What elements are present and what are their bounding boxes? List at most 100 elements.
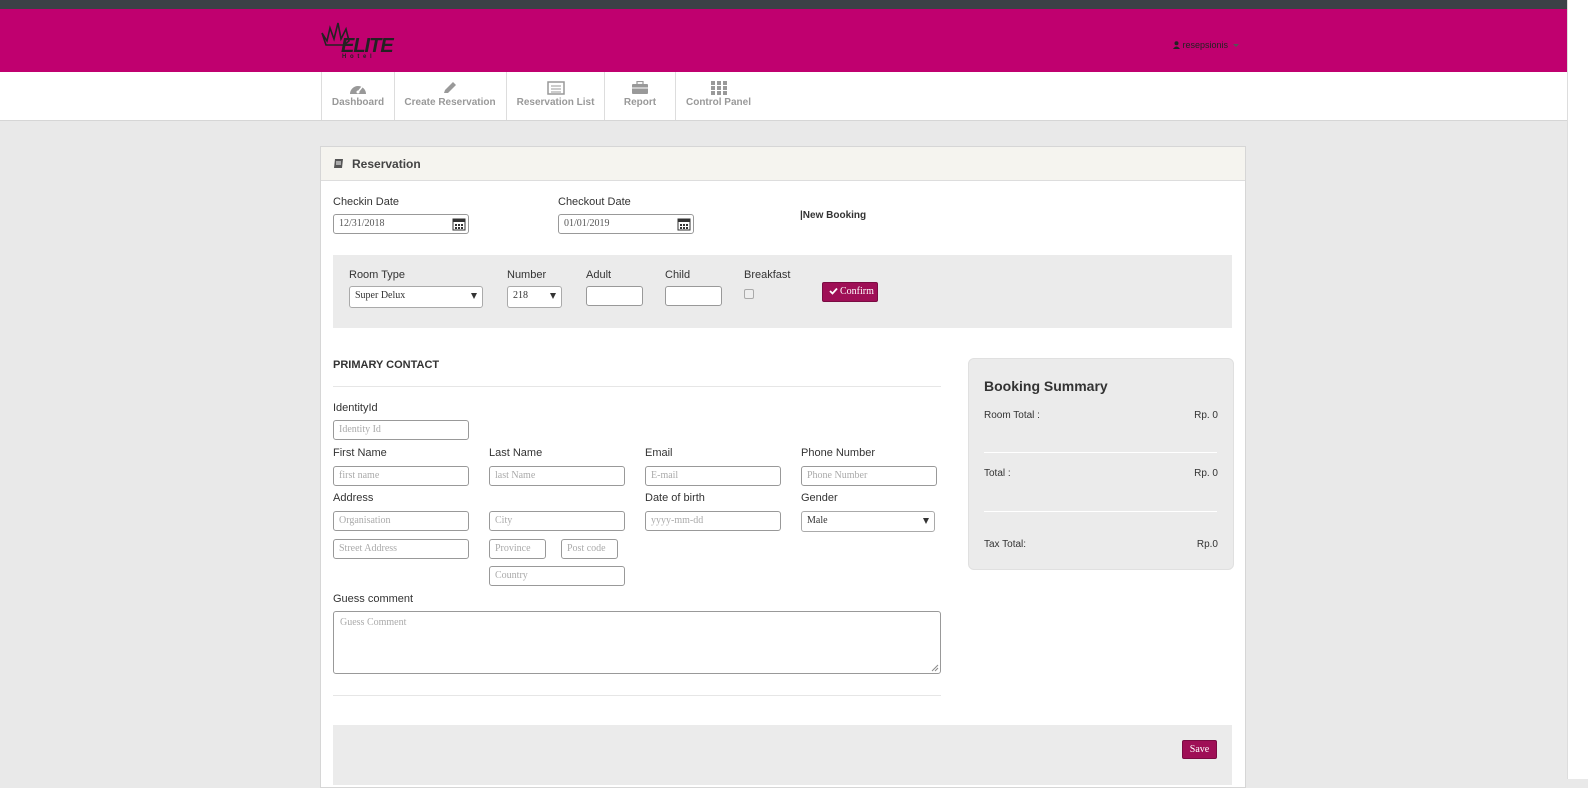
- save-button[interactable]: Save: [1182, 740, 1217, 759]
- comment-placeholder: Guess Comment: [340, 617, 407, 628]
- list-icon: [546, 81, 565, 95]
- postcode-placeholder: Post code: [567, 543, 606, 554]
- reservation-panel: Reservation Checkin Date 12/31/2018 Chec…: [320, 146, 1246, 788]
- child-label: Child: [665, 269, 691, 281]
- last-name-label: Last Name: [489, 447, 543, 459]
- identity-placeholder: Identity Id: [339, 424, 381, 435]
- dob-placeholder: yyyy-mm-dd: [651, 515, 704, 526]
- pencil-icon: [444, 82, 456, 93]
- booking-summary: Booking Summary Room Total : Rp. 0 Total…: [968, 358, 1234, 570]
- comment-textarea[interactable]: Guess Comment: [333, 611, 941, 674]
- user-name: resepsionis: [1182, 40, 1229, 50]
- room-selection: Room Type Super Delux Number 218 Adult C…: [333, 255, 1232, 328]
- primary-contact-title: PRIMARY CONTACT: [333, 359, 440, 371]
- room-type-label: Room Type: [349, 269, 406, 281]
- form-footer: Save: [333, 725, 1232, 785]
- nav-reservation-list[interactable]: Reservation List: [507, 72, 605, 120]
- nav-control-panel[interactable]: Control Panel: [676, 72, 761, 120]
- tax-total-label: Tax Total:: [984, 539, 1027, 550]
- city-placeholder: City: [495, 515, 513, 526]
- adult-input[interactable]: [586, 286, 643, 306]
- first-name-placeholder: first name: [339, 470, 380, 481]
- checkout-date-input[interactable]: 01/01/2019: [558, 214, 694, 234]
- room-total-value: Rp. 0: [1194, 410, 1218, 421]
- checkout-label: Checkout Date: [558, 196, 631, 208]
- checkin-date-input[interactable]: 12/31/2018: [333, 214, 469, 234]
- chevron-down-icon: [471, 293, 477, 299]
- checkin-label: Checkin Date: [333, 196, 400, 208]
- country-input[interactable]: Country: [489, 566, 625, 586]
- confirm-button[interactable]: Confirm: [822, 282, 878, 302]
- email-placeholder: E-mail: [651, 470, 679, 481]
- nav-label: Control Panel: [685, 97, 751, 108]
- city-input[interactable]: City: [489, 511, 625, 531]
- room-type-select[interactable]: Super Delux: [349, 286, 483, 308]
- room-type-value: Super Delux: [355, 290, 406, 301]
- last-name-input[interactable]: last Name: [489, 466, 625, 486]
- dob-label: Date of birth: [645, 492, 705, 504]
- confirm-label: Confirm: [840, 286, 874, 297]
- chevron-down-icon: [923, 518, 929, 524]
- chevron-down-icon: [550, 293, 556, 299]
- phone-input[interactable]: Phone Number: [801, 466, 937, 486]
- nav-report[interactable]: Report: [605, 72, 676, 120]
- first-name-input[interactable]: first name: [333, 466, 469, 486]
- chevron-down-icon: [1232, 44, 1239, 48]
- room-number-select[interactable]: 218: [507, 286, 562, 308]
- summary-divider: [984, 511, 1217, 512]
- identity-input[interactable]: Identity Id: [333, 420, 469, 440]
- address-label: Address: [333, 492, 374, 504]
- email-label: Email: [645, 447, 673, 459]
- total-label: Total :: [984, 468, 1011, 479]
- province-placeholder: Province: [495, 543, 531, 554]
- gender-label: Gender: [801, 492, 838, 504]
- dob-input[interactable]: yyyy-mm-dd: [645, 511, 781, 531]
- nav-label: Create Reservation: [404, 97, 496, 108]
- adult-label: Adult: [586, 269, 612, 281]
- gender-select[interactable]: Male: [801, 511, 935, 532]
- nav-label: Report: [623, 97, 657, 108]
- nav-dashboard[interactable]: Dashboard: [321, 72, 395, 120]
- dashboard-icon: [350, 86, 366, 94]
- resize-handle-icon[interactable]: [931, 664, 939, 672]
- phone-placeholder: Phone Number: [807, 470, 868, 481]
- identity-label: IdentityId: [333, 402, 378, 414]
- logo-subtext: H o t e l: [342, 54, 373, 60]
- nav-create-reservation[interactable]: Create Reservation: [394, 72, 507, 120]
- browser-top-strip: [0, 0, 1568, 9]
- organisation-input[interactable]: Organisation: [333, 511, 469, 531]
- elite-hotel-logo[interactable]: ELITE H o t e l: [320, 19, 415, 61]
- briefcase-icon: [632, 81, 648, 94]
- email-input[interactable]: E-mail: [645, 466, 781, 486]
- panel-header: Reservation: [321, 147, 1245, 181]
- postcode-input[interactable]: Post code: [561, 539, 618, 559]
- calendar-icon[interactable]: [677, 217, 691, 231]
- phone-label: Phone Number: [801, 447, 875, 459]
- main-nav: Dashboard Create Reservation Reservation…: [0, 72, 1568, 121]
- nav-label: Dashboard: [331, 97, 385, 108]
- save-label: Save: [1189, 744, 1210, 755]
- check-icon: [829, 287, 838, 295]
- app-header: ELITE H o t e l resepsionis: [0, 9, 1568, 72]
- total-value: Rp. 0: [1194, 468, 1218, 479]
- gender-value: Male: [807, 515, 828, 526]
- user-icon: [1173, 41, 1180, 49]
- nav-label: Reservation List: [516, 97, 595, 108]
- summary-title: Booking Summary: [984, 378, 1108, 394]
- number-label: Number: [507, 269, 547, 281]
- last-name-placeholder: last Name: [495, 470, 536, 481]
- street-placeholder: Street Address: [339, 543, 398, 554]
- street-input[interactable]: Street Address: [333, 539, 469, 559]
- page-scrollbar[interactable]: [1567, 0, 1588, 779]
- checkout-date-value: 01/01/2019: [564, 218, 610, 229]
- book-icon: [334, 159, 343, 168]
- room-total-label: Room Total :: [984, 410, 1040, 421]
- panel-title: Reservation: [352, 157, 421, 171]
- user-menu[interactable]: resepsionis: [1173, 40, 1239, 50]
- province-input[interactable]: Province: [489, 539, 546, 559]
- summary-divider: [984, 452, 1217, 453]
- calendar-icon[interactable]: [452, 217, 466, 231]
- child-input[interactable]: [665, 286, 722, 306]
- tax-total-value: Rp.0: [1196, 539, 1218, 550]
- breakfast-checkbox[interactable]: [744, 289, 754, 299]
